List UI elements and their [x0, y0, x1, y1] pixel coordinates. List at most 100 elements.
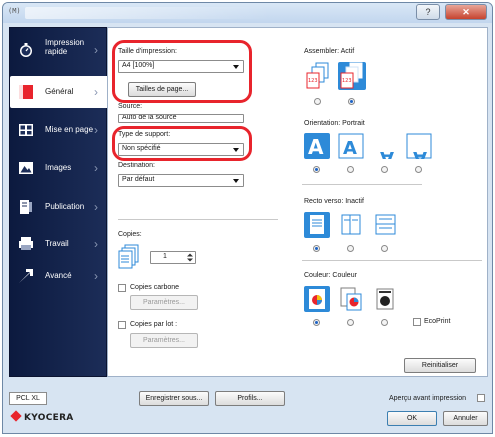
source-value: Auto de la source	[122, 114, 177, 121]
collate-label: Assembler: Actif	[304, 48, 355, 55]
chevron-right-icon: ›	[94, 200, 98, 214]
sidebar-item-label: Publication	[45, 202, 85, 211]
window-title-area	[25, 7, 270, 19]
simplex-radio[interactable]	[313, 245, 320, 252]
sidebar-item-label: Général	[45, 87, 74, 96]
collate-on-icon[interactable]: 123	[338, 62, 366, 90]
destination-select[interactable]: Par défaut	[118, 174, 244, 187]
copies-spinner[interactable]: 1	[150, 251, 196, 264]
title-bar: (M) ? ✕	[3, 3, 492, 23]
duplex-short-radio[interactable]	[381, 245, 388, 252]
landscape-orientation-icon[interactable]: A	[338, 133, 364, 159]
sidebar-item-label: Impression rapide	[45, 38, 85, 56]
black-white-radio[interactable]	[381, 319, 388, 326]
chevron-right-icon: ›	[94, 237, 98, 251]
sidebar-item-label: Mise en page	[45, 125, 94, 134]
duplex-short-edge-icon[interactable]	[372, 212, 398, 238]
chevron-right-icon: ›	[94, 85, 98, 99]
brand-name: KYOCERA	[24, 413, 74, 423]
black-white-icon[interactable]	[372, 286, 398, 312]
sidebar-item-general[interactable]: Général ›	[10, 76, 107, 108]
duplex-long-radio[interactable]	[347, 245, 354, 252]
help-button[interactable]: ?	[416, 4, 440, 20]
collate-on-radio[interactable]	[348, 98, 355, 105]
sidebar-item-label: Travail	[45, 239, 69, 248]
landscape-radio[interactable]	[347, 166, 354, 173]
section-divider	[302, 184, 422, 185]
copies-by-batch-checkbox[interactable]	[118, 321, 126, 329]
batch-params-button[interactable]: Paramètres...	[130, 333, 198, 348]
chevron-right-icon: ›	[94, 161, 98, 175]
landscape-rotated-radio[interactable]	[415, 166, 422, 173]
close-button[interactable]: ✕	[445, 4, 487, 20]
publication-icon	[20, 200, 32, 214]
chevron-right-icon: ›	[94, 43, 98, 57]
portrait-rotated-orientation-icon[interactable]: A	[372, 133, 398, 159]
app-icon: (M)	[8, 7, 21, 15]
copies-by-batch-label: Copies par lot :	[130, 321, 178, 328]
svg-text:A: A	[413, 147, 427, 159]
portrait-radio[interactable]	[313, 166, 320, 173]
ecoprint-label: EcoPrint	[424, 318, 451, 325]
simplex-icon[interactable]	[304, 212, 330, 238]
color-mode-label: Couleur: Couleur	[304, 272, 357, 279]
carbon-params-button[interactable]: Paramètres...	[130, 295, 198, 310]
kyocera-mark-icon	[10, 410, 22, 422]
sidebar-item-job[interactable]: Travail ›	[10, 228, 107, 260]
portrait-rotated-radio[interactable]	[381, 166, 388, 173]
layout-grid-icon	[19, 124, 33, 136]
sidebar-item-label: Images	[45, 163, 72, 172]
stepper-arrows-icon[interactable]	[186, 253, 194, 262]
print-preview-checkbox[interactable]	[477, 394, 485, 402]
sidebar-item-publication[interactable]: Publication ›	[10, 191, 107, 223]
copies-icon	[118, 244, 139, 269]
general-icon	[19, 85, 33, 99]
portrait-orientation-icon[interactable]: A	[304, 133, 330, 159]
svg-text:A: A	[380, 147, 394, 159]
dialog-footer: PCL XL Enregistrer sous... Profils... Ap…	[9, 387, 488, 427]
reset-button[interactable]: Reinitialiser	[404, 358, 476, 373]
collate-off-icon[interactable]: 123	[304, 62, 332, 90]
ok-button[interactable]: OK	[387, 411, 437, 426]
color-radio[interactable]	[313, 319, 320, 326]
print-preview-label: Aperçu avant impression	[389, 395, 467, 402]
collate-on-text: 123	[342, 78, 352, 84]
color-mode-icon[interactable]	[304, 286, 330, 312]
source-select[interactable]: Auto de la source	[118, 114, 244, 123]
section-divider	[118, 219, 278, 220]
section-divider	[302, 260, 482, 261]
profiles-button[interactable]: Profils...	[215, 391, 285, 406]
sidebar-item-advanced[interactable]: Avancé ›	[10, 260, 107, 292]
sidebar-item-label: Avancé	[45, 271, 72, 280]
general-settings-panel: Taille d'impression: A4 [100%] Tailles d…	[107, 27, 488, 377]
source-label: Source:	[118, 103, 143, 110]
advanced-arrow-icon	[19, 269, 33, 283]
highlight-ring-media-type	[112, 126, 252, 161]
print-preferences-window: (M) ? ✕ Impression rapide › Général › Mi…	[2, 2, 493, 434]
ecoprint-checkbox[interactable]	[413, 318, 421, 326]
sidebar-item-images[interactable]: Images ›	[10, 152, 107, 184]
stopwatch-icon	[20, 43, 32, 57]
sidebar-item-layout[interactable]: Mise en page ›	[10, 114, 107, 146]
collate-off-text: 123	[308, 78, 318, 84]
copies-value: 1	[163, 253, 167, 260]
carbon-copies-checkbox[interactable]	[118, 284, 126, 292]
auto-color-icon[interactable]	[338, 286, 364, 312]
chevron-right-icon: ›	[94, 123, 98, 137]
destination-label: Destination:	[118, 162, 155, 168]
copies-label: Copies:	[118, 231, 142, 238]
duplex-label: Recto verso: Inactif	[304, 198, 364, 205]
image-icon	[19, 162, 33, 174]
landscape-rotated-orientation-icon[interactable]: A	[406, 133, 432, 159]
sidebar: Impression rapide › Général › Mise en pa…	[9, 27, 107, 377]
save-as-button[interactable]: Enregistrer sous...	[139, 391, 209, 406]
orientation-label: Orientation: Portrait	[304, 120, 365, 127]
sidebar-item-quick-print[interactable]: Impression rapide ›	[10, 34, 107, 66]
cancel-button[interactable]: Annuler	[443, 411, 488, 426]
carbon-copies-label: Copies carbone	[130, 284, 180, 291]
svg-text:A: A	[343, 138, 357, 159]
auto-color-radio[interactable]	[347, 319, 354, 326]
duplex-long-edge-icon[interactable]	[338, 212, 364, 238]
printer-job-icon	[19, 237, 33, 250]
collate-off-radio[interactable]	[314, 98, 321, 105]
